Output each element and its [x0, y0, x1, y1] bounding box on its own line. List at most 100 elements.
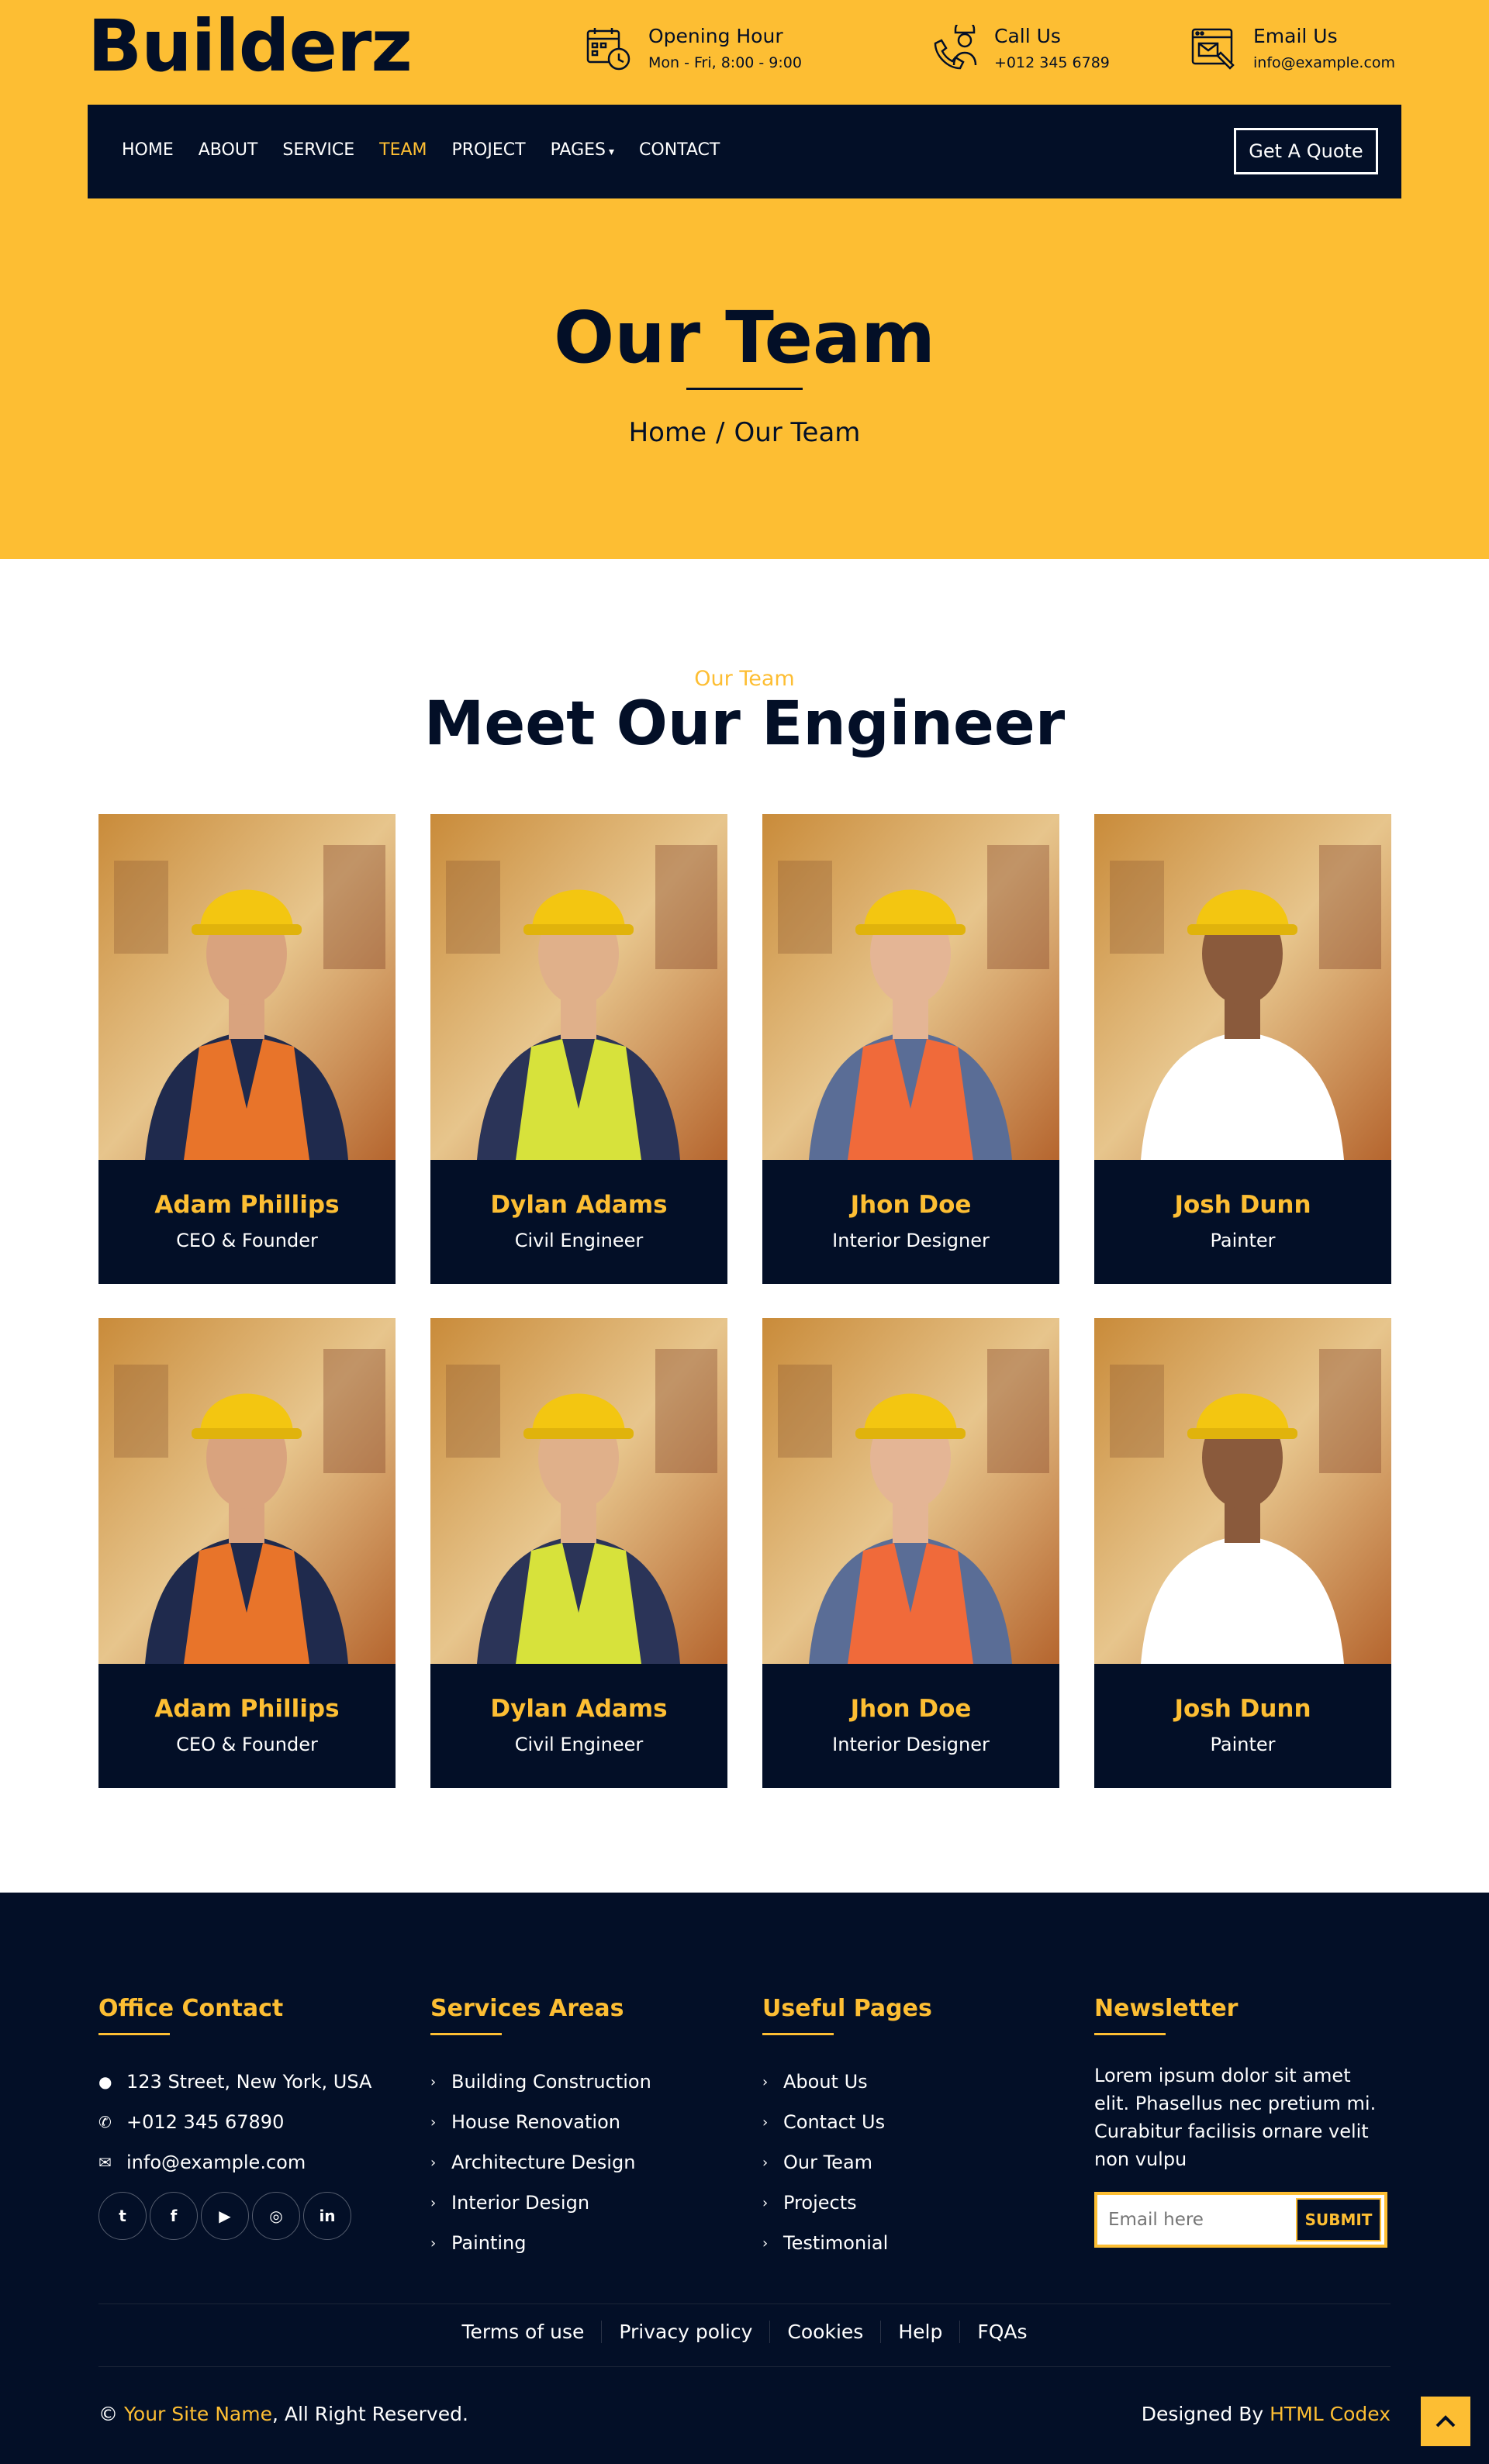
copyright-suffix: , All Right Reserved.	[271, 2403, 468, 2425]
footer-link-faqs[interactable]: FQAs	[959, 2321, 1044, 2343]
service-link[interactable]: › Painting	[430, 2223, 651, 2263]
office-contact-title: Office Contact	[98, 1995, 284, 2022]
services-areas-title: Services Areas	[430, 1995, 624, 2022]
team-member-card[interactable]: Josh Dunn Painter	[1094, 814, 1391, 1284]
newsletter-form: SUBMIT	[1094, 2192, 1387, 2248]
nav-item-about[interactable]: ABOUT	[199, 140, 258, 160]
team-member-card[interactable]: Josh Dunn Painter	[1094, 1318, 1391, 1788]
address-text: 123 Street, New York, USA	[126, 2071, 372, 2093]
service-link[interactable]: › Architecture Design	[430, 2142, 651, 2183]
address-row: ● 123 Street, New York, USA	[98, 2062, 371, 2102]
footer-link-privacy[interactable]: Privacy policy	[601, 2321, 769, 2343]
email-us-title: Email Us	[1253, 25, 1338, 47]
footer-link-help[interactable]: Help	[880, 2321, 959, 2343]
team-member-name: Jhon Doe	[850, 1191, 972, 1219]
email-window-icon	[1191, 28, 1235, 70]
call-us-title: Call Us	[994, 25, 1061, 47]
call-us-value[interactable]: +012 345 6789	[994, 54, 1110, 71]
site-name-link[interactable]: Your Site Name	[124, 2403, 272, 2425]
page-link[interactable]: › Testimonial	[762, 2223, 932, 2263]
team-member-card[interactable]: Adam Phillips CEO & Founder	[98, 814, 396, 1284]
chevron-right-icon: ›	[762, 2154, 769, 2171]
nav-item-team[interactable]: TEAM	[379, 140, 427, 160]
chevron-right-icon: ›	[762, 2073, 769, 2090]
newsletter-submit-button[interactable]: SUBMIT	[1296, 2198, 1381, 2241]
map-marker-icon: ●	[98, 2072, 112, 2091]
breadcrumb-separator: /	[715, 417, 725, 448]
phone-icon: ✆	[98, 2113, 112, 2131]
top-header: Builderz Opening Hour Mon - Fri, 8:00 - …	[0, 0, 1489, 559]
heading-underline	[762, 2033, 834, 2035]
email-row: ✉ info@example.com	[98, 2142, 371, 2183]
team-member-name: Adam Phillips	[154, 1695, 340, 1723]
nav-item-service[interactable]: SERVICE	[282, 140, 354, 160]
team-member-card[interactable]: Jhon Doe Interior Designer	[762, 1318, 1059, 1788]
nav-item-contact[interactable]: CONTACT	[639, 140, 720, 160]
team-member-photo	[1094, 814, 1391, 1160]
team-member-card[interactable]: Dylan Adams Civil Engineer	[430, 1318, 727, 1788]
team-member-photo	[1094, 1318, 1391, 1664]
chevron-right-icon: ›	[430, 2154, 437, 2171]
team-member-role: CEO & Founder	[176, 1230, 318, 1251]
opening-hour-value: Mon - Fri, 8:00 - 9:00	[648, 54, 802, 71]
designer-link[interactable]: HTML Codex	[1270, 2403, 1391, 2425]
page-link[interactable]: › Contact Us	[762, 2102, 932, 2142]
copyright-symbol: ©	[98, 2403, 118, 2425]
email-us-value[interactable]: info@example.com	[1253, 54, 1395, 71]
phone-row: ✆ +012 345 67890	[98, 2102, 371, 2142]
useful-pages-title: Useful Pages	[762, 1995, 932, 2022]
team-member-name: Adam Phillips	[154, 1191, 340, 1219]
youtube-icon[interactable]: ▶	[201, 2192, 249, 2240]
nav-item-pages[interactable]: PAGES ▾	[551, 140, 614, 160]
newsletter-title: Newsletter	[1094, 1995, 1239, 2022]
page-link[interactable]: › Our Team	[762, 2142, 932, 2183]
linkedin-icon[interactable]: in	[303, 2192, 351, 2240]
get-a-quote-button[interactable]: Get A Quote	[1234, 128, 1378, 174]
footer-link-terms[interactable]: Terms of use	[444, 2321, 601, 2343]
team-member-card[interactable]: Jhon Doe Interior Designer	[762, 814, 1059, 1284]
team-member-card[interactable]: Dylan Adams Civil Engineer	[430, 814, 727, 1284]
page-link-label: Projects	[783, 2192, 857, 2214]
section-title: Meet Our Engineer	[423, 689, 1066, 759]
newsletter-column: Newsletter Lorem ipsum dolor sit amet el…	[1094, 1995, 1389, 2248]
breadcrumb-home[interactable]: Home	[629, 417, 706, 448]
site-logo[interactable]: Builderz	[88, 11, 413, 82]
phone-text[interactable]: +012 345 67890	[126, 2111, 284, 2133]
opening-hour-title: Opening Hour	[648, 25, 783, 47]
chevron-right-icon: ›	[430, 2114, 437, 2131]
useful-pages-column: Useful Pages › About Us › Contact Us › Our Te…	[762, 1995, 932, 2263]
back-to-top-button[interactable]	[1421, 2397, 1470, 2446]
team-member-card[interactable]: Adam Phillips CEO & Founder	[98, 1318, 396, 1788]
email-text[interactable]: info@example.com	[126, 2152, 306, 2173]
chevron-right-icon: ›	[430, 2073, 437, 2090]
page-link[interactable]: › About Us	[762, 2062, 932, 2102]
service-link-label: Building Construction	[451, 2071, 651, 2093]
newsletter-email-input[interactable]	[1108, 2207, 1287, 2232]
chevron-right-icon: ›	[430, 2235, 437, 2252]
caret-down-icon: ▾	[609, 146, 615, 158]
breadcrumb: Home / Our Team	[0, 417, 1489, 448]
service-link-label: Architecture Design	[451, 2152, 636, 2173]
page-link-label: About Us	[783, 2071, 868, 2093]
footer-link-cookies[interactable]: Cookies	[769, 2321, 880, 2343]
service-link[interactable]: › Interior Design	[430, 2183, 651, 2223]
team-member-name: Dylan Adams	[490, 1695, 668, 1723]
team-member-role: Painter	[1210, 1230, 1276, 1251]
team-member-role: Interior Designer	[832, 1734, 990, 1755]
service-link[interactable]: › Building Construction	[430, 2062, 651, 2102]
envelope-icon: ✉	[98, 2153, 112, 2172]
team-member-role: Interior Designer	[832, 1230, 990, 1251]
facebook-icon[interactable]: f	[150, 2192, 198, 2240]
nav-item-project[interactable]: PROJECT	[452, 140, 526, 160]
title-underline	[686, 388, 803, 390]
service-link[interactable]: › House Renovation	[430, 2102, 651, 2142]
email-us-info: Email Us info@example.com	[1190, 25, 1395, 73]
team-member-name: Jhon Doe	[850, 1695, 972, 1723]
team-member-name: Dylan Adams	[490, 1191, 668, 1219]
page-link-label: Testimonial	[783, 2232, 889, 2254]
twitter-icon[interactable]: t	[98, 2192, 147, 2240]
services-areas-column: Services Areas › Building Construction › Ho…	[430, 1995, 651, 2263]
instagram-icon[interactable]: ◎	[252, 2192, 300, 2240]
nav-item-home[interactable]: HOME	[122, 140, 174, 160]
page-link[interactable]: › Projects	[762, 2183, 932, 2223]
